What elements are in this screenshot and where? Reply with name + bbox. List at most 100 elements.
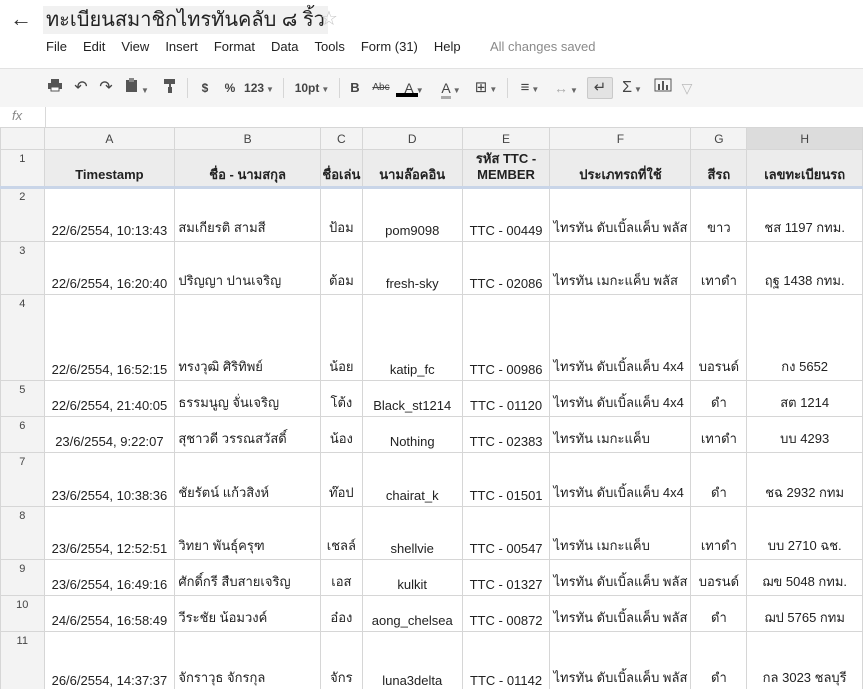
header-cell-member-code[interactable]: รหัส TTC - MEMBER bbox=[461, 149, 551, 188]
cell-timestamp[interactable]: 22/6/2554, 21:40:05 bbox=[43, 380, 176, 417]
cell-color[interactable]: เทาดำ bbox=[690, 506, 748, 560]
percent-format-button[interactable]: % bbox=[222, 78, 238, 98]
cell-fullname[interactable]: สุชาวดี วรรณสวัสดิ์ bbox=[174, 416, 321, 453]
align-dropdown[interactable]: ≡ ▼ bbox=[514, 78, 546, 98]
cell-member-code[interactable]: TTC - 01327 bbox=[461, 559, 551, 596]
column-header-b[interactable]: B bbox=[174, 127, 321, 150]
column-header-f[interactable]: F bbox=[549, 127, 692, 150]
cell-login[interactable]: katip_fc bbox=[361, 294, 463, 381]
cell-vehicle-type[interactable]: ไทรทัน ดับเบิ้ลแค็บ พลัส bbox=[549, 559, 692, 596]
merge-cells-button[interactable]: ↔ ▼ bbox=[550, 78, 582, 98]
cell-vehicle-type[interactable]: ไทรทัน ดับเบิ้ลแค็บ 4x4 bbox=[549, 294, 692, 381]
cell-plate[interactable]: กง 5652 bbox=[746, 294, 863, 381]
cell-member-code[interactable]: TTC - 00872 bbox=[461, 595, 551, 632]
cell-login[interactable]: Nothing bbox=[361, 416, 463, 453]
cell-color[interactable]: เทาดำ bbox=[690, 416, 748, 453]
row-number[interactable]: 6 bbox=[0, 416, 45, 453]
cell-nickname[interactable]: เชลล์ bbox=[319, 506, 363, 560]
bold-button[interactable]: B bbox=[347, 78, 363, 98]
row-number[interactable]: 10 bbox=[0, 595, 45, 632]
cell-member-code[interactable]: TTC - 01501 bbox=[461, 452, 551, 507]
cell-vehicle-type[interactable]: ไทรทัน ดับเบิ้ลแค็บ 4x4 bbox=[549, 380, 692, 417]
menu-insert[interactable]: Insert bbox=[157, 37, 206, 57]
cell-member-code[interactable]: TTC - 01120 bbox=[461, 380, 551, 417]
cell-login[interactable]: fresh-sky bbox=[361, 241, 463, 295]
cell-member-code[interactable]: TTC - 02086 bbox=[461, 241, 551, 295]
insert-chart-icon[interactable] bbox=[652, 78, 674, 98]
header-cell-color[interactable]: สีรถ bbox=[690, 149, 748, 188]
cell-nickname[interactable]: ป้อม bbox=[319, 187, 363, 242]
cell-vehicle-type[interactable]: ไทรทัน ดับเบิ้ลแค็บ พลัส bbox=[549, 187, 692, 242]
cell-nickname[interactable]: น้อง bbox=[319, 416, 363, 453]
cell-vehicle-type[interactable]: ไทรทัน ดับเบิ้ลแค็บ 4x4 bbox=[549, 452, 692, 507]
cell-member-code[interactable]: TTC - 02383 bbox=[461, 416, 551, 453]
cell-timestamp[interactable]: 24/6/2554, 16:58:49 bbox=[43, 595, 176, 632]
menu-form[interactable]: Form (31) bbox=[353, 37, 426, 57]
cell-plate[interactable]: ฌป 5765 กทม bbox=[746, 595, 863, 632]
header-cell-fullname[interactable]: ชื่อ - นามสกุล bbox=[174, 149, 321, 188]
cell-plate[interactable]: ฤฐ 1438 กทม. bbox=[746, 241, 863, 295]
header-cell-timestamp[interactable]: Timestamp bbox=[43, 149, 176, 188]
cell-color[interactable]: ดำ bbox=[690, 595, 748, 632]
star-icon[interactable]: ☆ bbox=[320, 6, 338, 32]
header-cell-plate[interactable]: เลขทะเบียนรถ bbox=[746, 149, 863, 188]
header-cell-nickname[interactable]: ชื่อเล่น bbox=[319, 149, 363, 188]
row-number[interactable]: 7 bbox=[0, 452, 45, 507]
column-header-a[interactable]: A bbox=[43, 127, 176, 150]
cell-nickname[interactable]: โต้ง bbox=[319, 380, 363, 417]
paint-format-icon[interactable] bbox=[161, 78, 179, 98]
menu-format[interactable]: Format bbox=[206, 37, 263, 57]
cell-plate[interactable]: บบ 4293 bbox=[746, 416, 863, 453]
row-number[interactable]: 4 bbox=[0, 294, 45, 381]
column-header-e[interactable]: E bbox=[461, 127, 551, 150]
header-cell-vehicle-type[interactable]: ประเภทรถที่ใช้ bbox=[549, 149, 692, 188]
row-number[interactable]: 2 bbox=[0, 187, 45, 242]
document-title[interactable]: ทะเบียนสมาชิกไทรทันคลับ ๘ ริ้ว bbox=[43, 6, 328, 34]
frozen-row-divider[interactable] bbox=[0, 186, 863, 189]
cell-timestamp[interactable]: 23/6/2554, 12:52:51 bbox=[43, 506, 176, 560]
cell-color[interactable]: เทาดำ bbox=[690, 241, 748, 295]
cell-login[interactable]: pom9098 bbox=[361, 187, 463, 242]
cell-timestamp[interactable]: 23/6/2554, 16:49:16 bbox=[43, 559, 176, 596]
row-number[interactable]: 3 bbox=[0, 241, 45, 295]
wrap-text-button[interactable]: ↵ bbox=[587, 77, 613, 99]
cell-member-code[interactable]: TTC - 00986 bbox=[461, 294, 551, 381]
row-number[interactable]: 1 bbox=[0, 149, 45, 188]
cell-nickname[interactable]: เอส bbox=[319, 559, 363, 596]
cell-fullname[interactable]: วิทยา พันธุ์ครุฑ bbox=[174, 506, 321, 560]
cell-fullname[interactable]: จักราวุธ จักรกุล bbox=[174, 631, 321, 689]
row-number[interactable]: 8 bbox=[0, 506, 45, 560]
menu-help[interactable]: Help bbox=[426, 37, 469, 57]
cell-login[interactable]: aong_chelsea bbox=[361, 595, 463, 632]
formula-input[interactable] bbox=[45, 107, 863, 127]
cell-member-code[interactable]: TTC - 00449 bbox=[461, 187, 551, 242]
menu-file[interactable]: File bbox=[38, 37, 75, 57]
cell-plate[interactable]: บบ 2710 ฉช. bbox=[746, 506, 863, 560]
strikethrough-button[interactable]: Abc bbox=[370, 78, 392, 98]
font-size-dropdown[interactable]: 10pt ▼ bbox=[292, 78, 332, 98]
cell-color[interactable]: ดำ bbox=[690, 452, 748, 507]
menu-data[interactable]: Data bbox=[263, 37, 306, 57]
cell-plate[interactable]: สต 1214 bbox=[746, 380, 863, 417]
row-number[interactable]: 11 bbox=[0, 631, 45, 689]
cell-login[interactable]: kulkit bbox=[361, 559, 463, 596]
cell-vehicle-type[interactable]: ไทรทัน ดับเบิ้ลแค็บ พลัส bbox=[549, 595, 692, 632]
borders-button[interactable]: ⊞ ▼ bbox=[470, 78, 502, 98]
cell-fullname[interactable]: ปริญญา ปานเจริญ bbox=[174, 241, 321, 295]
print-icon[interactable] bbox=[46, 78, 64, 98]
highlight-color-button[interactable]: A ▼ bbox=[435, 78, 467, 99]
cell-fullname[interactable]: ศักดิ์กรี สืบสายเจริญ bbox=[174, 559, 321, 596]
cell-color[interactable]: ขาว bbox=[690, 187, 748, 242]
cell-fullname[interactable]: ทรงวุฒิ ศิริทิพย์ bbox=[174, 294, 321, 381]
cell-plate[interactable]: กล 3023 ชลบุรี bbox=[746, 631, 863, 689]
cell-login[interactable]: shellvie bbox=[361, 506, 463, 560]
menu-edit[interactable]: Edit bbox=[75, 37, 113, 57]
filter-icon[interactable]: ▽ bbox=[678, 78, 696, 98]
column-header-d[interactable]: D bbox=[361, 127, 463, 150]
cell-timestamp[interactable]: 23/6/2554, 10:38:36 bbox=[43, 452, 176, 507]
currency-format-button[interactable]: $ bbox=[197, 78, 213, 98]
column-header-h[interactable]: H bbox=[746, 127, 863, 150]
undo-icon[interactable]: ↶ bbox=[72, 78, 90, 98]
header-cell-login[interactable]: นามล๊อคอิน bbox=[361, 149, 463, 188]
cell-timestamp[interactable]: 22/6/2554, 16:20:40 bbox=[43, 241, 176, 295]
